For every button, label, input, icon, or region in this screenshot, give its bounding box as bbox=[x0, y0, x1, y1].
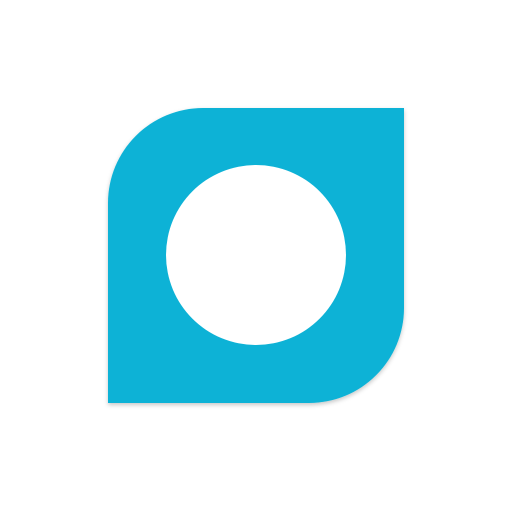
app-icon-canvas bbox=[0, 0, 512, 512]
logo-center-circle bbox=[166, 165, 346, 345]
leaf-ring-logo-icon bbox=[108, 108, 404, 403]
